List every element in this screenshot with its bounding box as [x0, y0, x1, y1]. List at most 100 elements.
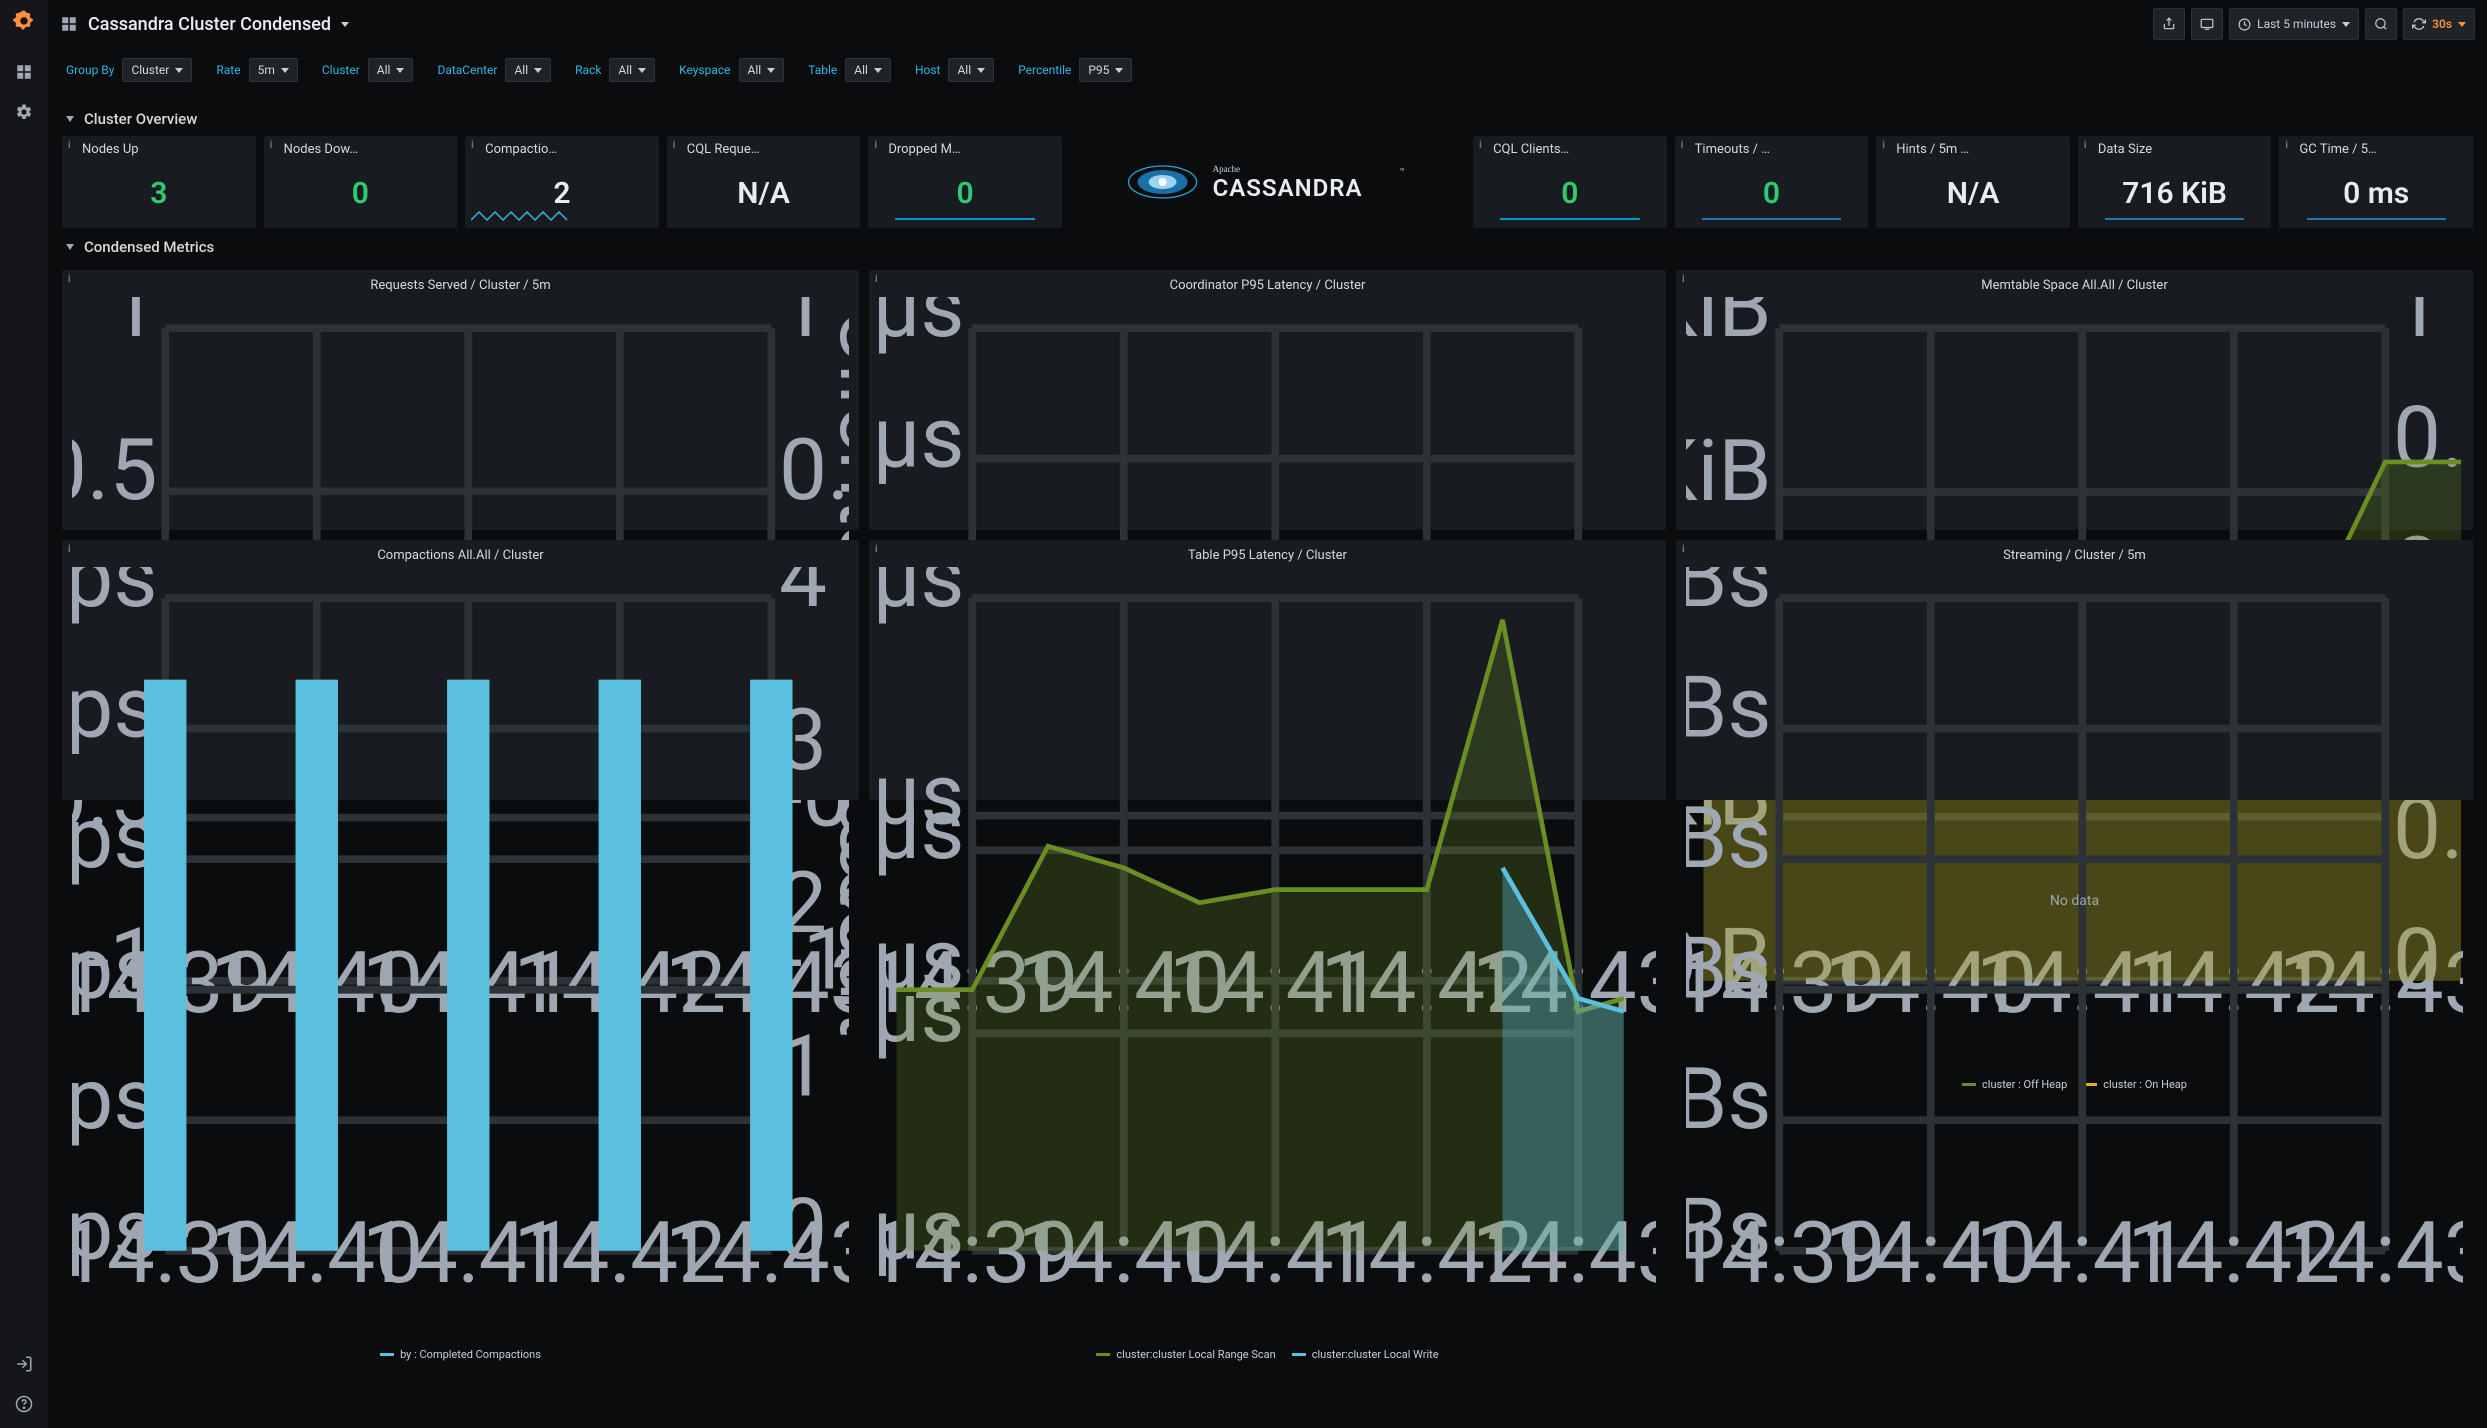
svg-text:0.6 Bs: 0.6 Bs: [1686, 788, 1771, 888]
plot-area[interactable]: 0 Bs0.2 Bs0.4 Bs0.6 Bs0.8 Bs1.0 Bs14:391…: [1686, 567, 2463, 1344]
info-icon: i: [68, 140, 71, 151]
stat-tile[interactable]: iNodes Up3: [62, 136, 256, 228]
svg-text:Apache: Apache: [1212, 164, 1239, 174]
panel-compactions[interactable]: iCompactions All.All / Cluster0 bps0.2 b…: [62, 540, 859, 800]
stat-value: 716 KiB: [2078, 176, 2272, 211]
svg-text:™: ™: [1399, 167, 1404, 176]
panel-title: Requests Served / Cluster / 5m: [72, 278, 849, 293]
svg-text:0.4 Bs: 0.4 Bs: [1686, 918, 1771, 1018]
chevron-down-icon: [281, 68, 289, 73]
no-data-label: No data: [1686, 893, 2463, 909]
zoom-out-button[interactable]: [2365, 8, 2397, 40]
stat-value: N/A: [667, 176, 861, 211]
info-icon: i: [2084, 140, 2087, 151]
svg-text:0.8 Bs: 0.8 Bs: [1686, 657, 1771, 757]
filter-select[interactable]: All: [739, 58, 785, 82]
filter-host: HostAll: [915, 58, 994, 82]
template-variables-bar: Group ByCluster Rate5m ClusterAll DataCe…: [48, 48, 2487, 92]
stat-value: N/A: [1876, 176, 2070, 211]
stat-value: 0 ms: [2279, 176, 2473, 211]
panel-memtable[interactable]: iMemtable Space All.All / Cluster0 B49 K…: [1676, 270, 2473, 530]
filter-label: Rate: [216, 63, 240, 77]
time-range-label: Last 5 minutes: [2257, 17, 2336, 31]
stat-tile[interactable]: iCQL Clients…0: [1473, 136, 1667, 228]
stat-title: Timeouts / …: [1695, 142, 1863, 157]
info-icon: i: [1882, 140, 1885, 151]
stat-title: CQL Reque…: [687, 142, 855, 157]
stat-title: CQL Clients…: [1493, 142, 1661, 157]
filter-select[interactable]: P95: [1079, 58, 1132, 82]
signin-icon[interactable]: [8, 1348, 40, 1380]
stat-tile[interactable]: i CQL Reque… N/A: [667, 136, 861, 228]
dashboard-title-block[interactable]: Cassandra Cluster Condensed: [60, 14, 349, 35]
legend-item[interactable]: by : Completed Compactions: [380, 1348, 541, 1361]
info-icon: i: [1682, 544, 1685, 555]
svg-text:14:43: 14:43: [2279, 1203, 2463, 1303]
svg-text:0.8 μs: 0.8 μs: [879, 387, 964, 487]
legend-item[interactable]: cluster:cluster Local Range Scan: [1096, 1348, 1275, 1361]
panel-streaming[interactable]: iStreaming / Cluster / 5m0 Bs0.2 Bs0.4 B…: [1676, 540, 2473, 800]
legend-item[interactable]: cluster:cluster Local Write: [1292, 1348, 1439, 1361]
panel-title: Table P95 Latency / Cluster: [879, 548, 1656, 563]
filter-select[interactable]: All: [368, 58, 414, 82]
stat-title: GC Time / 5…: [2299, 142, 2467, 157]
info-icon: i: [1479, 140, 1482, 151]
stat-tile[interactable]: iHints / 5m …N/A: [1876, 136, 2070, 228]
svg-text:1.0 μs: 1.0 μs: [879, 297, 964, 357]
filter-label: Cluster: [322, 63, 360, 77]
tv-mode-button[interactable]: [2191, 8, 2223, 40]
filter-label: Percentile: [1018, 63, 1071, 77]
filter-select[interactable]: All: [505, 58, 551, 82]
stat-title: Nodes Dow…: [284, 142, 452, 157]
filter-select[interactable]: All: [845, 58, 891, 82]
legend: cluster:cluster Local Range Scan cluster:…: [879, 1344, 1656, 1361]
main-scroll[interactable]: Cluster Overview iNodes Up3iNodes Dow…0 i…: [48, 100, 2487, 1428]
panel-coord[interactable]: iCoordinator P95 Latency / Cluster0 μs0.…: [869, 270, 1666, 530]
svg-text:150 μs: 150 μs: [879, 567, 964, 627]
filter-select[interactable]: Cluster: [122, 58, 192, 82]
svg-text:0.2 Bs: 0.2 Bs: [1686, 1049, 1771, 1149]
filter-select[interactable]: All: [948, 58, 994, 82]
filter-select[interactable]: 5m: [249, 58, 298, 82]
stat-tile[interactable]: iDropped M…0: [868, 136, 1062, 228]
chevron-down-icon: [1115, 68, 1123, 73]
filter-select[interactable]: All: [609, 58, 655, 82]
info-icon: i: [471, 140, 474, 151]
info-icon: i: [673, 140, 676, 151]
stat-tile[interactable]: iTimeouts / …0: [1675, 136, 1869, 228]
chevron-down-icon: [638, 68, 646, 73]
share-button[interactable]: [2153, 8, 2185, 40]
filter-datacenter: DataCenterAll: [437, 58, 551, 82]
stat-tile[interactable]: i GC Time / 5… 0 ms: [2279, 136, 2473, 228]
panel-requests[interactable]: iRequests Served / Cluster / 5m-1-0.500.…: [62, 270, 859, 530]
row-header-metrics[interactable]: Condensed Metrics: [62, 228, 2473, 264]
grafana-logo[interactable]: [10, 8, 38, 36]
svg-text:1: 1: [2393, 297, 2441, 357]
chevron-down-icon: [175, 68, 183, 73]
info-icon: i: [875, 544, 878, 555]
plot-area[interactable]: 0 bps0.2 bps0.4 bps0.6 bps0.8 bps1.0 bps…: [72, 567, 849, 1344]
cassandra-logo-tile: ApacheCASSANDRA™: [1070, 136, 1465, 228]
row-header-overview[interactable]: Cluster Overview: [62, 100, 2473, 136]
stat-tile[interactable]: iData Size716 KiB: [2078, 136, 2272, 228]
svg-text:1.0 bps: 1.0 bps: [72, 567, 157, 627]
help-icon[interactable]: [8, 1388, 40, 1420]
chevron-down-icon: [874, 68, 882, 73]
filter-rack: RackAll: [575, 58, 655, 82]
stat-tile[interactable]: iCompactio…2: [465, 136, 659, 228]
panel-tablelat[interactable]: iTable P95 Latency / Cluster0 μs50 μs100…: [869, 540, 1666, 800]
svg-text:Count: Count: [820, 811, 849, 1038]
plot-area[interactable]: 0 μs50 μs100 μs150 μs14:3914:4014:4114:4…: [879, 567, 1656, 1344]
stat-tile[interactable]: iNodes Dow…0: [264, 136, 458, 228]
refresh-button[interactable]: 30s: [2403, 8, 2475, 40]
settings-icon[interactable]: [8, 96, 40, 128]
stat-title: Compactio…: [485, 142, 653, 157]
time-range-button[interactable]: Last 5 minutes: [2229, 8, 2359, 40]
filter-label: Keyspace: [679, 63, 730, 77]
dashboards-icon[interactable]: [8, 56, 40, 88]
dashboard-title: Cassandra Cluster Condensed: [88, 14, 331, 35]
panel-title: Compactions All.All / Cluster: [72, 548, 849, 563]
overview-row: iNodes Up3iNodes Dow…0iCompactio…2iCQL R…: [62, 136, 2473, 228]
panel-title: Streaming / Cluster / 5m: [1686, 548, 2463, 563]
info-icon: i: [2285, 140, 2288, 151]
